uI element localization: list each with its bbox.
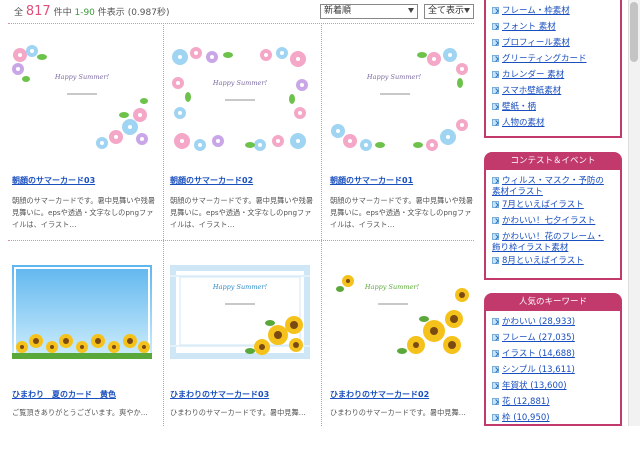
arrow-right-icon xyxy=(492,177,499,184)
sidebar-link[interactable]: フォント 素材 xyxy=(492,22,556,33)
card-title[interactable]: 朝顔のサマーカード02 xyxy=(170,175,253,186)
contest-link[interactable]: ウィルス・マスク・予防の素材イラスト xyxy=(492,176,612,198)
card-title[interactable]: ひまわりのサマーカード03 xyxy=(170,389,269,400)
arrow-right-icon xyxy=(492,23,499,30)
category-panel: フレーム・枠素材 フォント 素材 プロフィール素材 グリーティングカード カレン… xyxy=(484,0,622,138)
sidebar-link[interactable]: プロフィール素材 xyxy=(492,38,570,49)
thumbnail-image[interactable]: Happy Summer! xyxy=(170,45,310,155)
card-title[interactable]: 朝顔のサマーカード03 xyxy=(12,175,95,186)
sidebar-link[interactable]: スマホ壁紙素材 xyxy=(492,86,561,97)
contest-link[interactable]: かわいい！七夕イラスト xyxy=(492,216,595,227)
thumbnail-text: Happy Summer! xyxy=(212,79,268,87)
thumbnail-text: Happy Summer! xyxy=(54,73,110,81)
thumbnail-text: Happy Summer! xyxy=(366,73,422,81)
card-title[interactable]: 朝顔のサマーカード01 xyxy=(330,175,413,186)
thumbnail-text: Happy Summer! xyxy=(364,283,420,291)
grid-divider xyxy=(321,23,322,426)
arrow-right-icon xyxy=(492,103,499,110)
card-description: 朝顔のサマーカードです。暑中見舞いや残暑見舞いに。epsや透過・文字なしのpng… xyxy=(170,196,314,229)
arrow-right-icon xyxy=(492,119,499,126)
card-description: 朝顔のサマーカードです。暑中見舞いや残暑見舞いに。epsや透過・文字なしのpng… xyxy=(12,196,156,229)
arrow-right-icon xyxy=(492,257,499,264)
arrow-right-icon xyxy=(492,398,499,405)
keyword-link[interactable]: かわいい (28,933) xyxy=(492,317,575,328)
thumbnail-image[interactable]: Happy Summer! xyxy=(170,265,310,359)
sidebar-link[interactable]: グリーティングカード xyxy=(492,54,587,65)
keyword-link[interactable]: イラスト (14,688) xyxy=(492,349,575,360)
thumbnail-image[interactable]: Happy Summer! xyxy=(330,265,470,359)
contest-panel: ウィルス・マスク・予防の素材イラスト 7月といえばイラスト かわいい！七夕イラス… xyxy=(484,170,622,280)
sidebar-link[interactable]: フレーム・枠素材 xyxy=(492,6,570,17)
keyword-link[interactable]: フレーム (27,035) xyxy=(492,333,575,344)
result-range: 1-90 xyxy=(74,8,95,18)
display-count-value: 全て表示 xyxy=(428,6,465,16)
arrow-right-icon xyxy=(492,87,499,94)
keyword-link[interactable]: 花 (12,881) xyxy=(492,397,550,408)
result-time: (0.987秒) xyxy=(127,8,170,18)
grid-divider xyxy=(8,23,474,24)
keyword-panel-title: 人気のキーワード xyxy=(484,293,622,311)
result-total: 817 xyxy=(25,4,51,19)
arrow-right-icon xyxy=(492,382,499,389)
contest-link[interactable]: 7月といえばイラスト xyxy=(492,200,584,211)
contest-panel-title: コンテスト＆イベント xyxy=(484,152,622,170)
result-count: 全 817 件中 1-90 件表示 (0.987秒) xyxy=(14,4,169,19)
arrow-right-icon xyxy=(492,318,499,325)
arrow-right-icon xyxy=(492,366,499,373)
contest-link[interactable]: かわいい！花のフレーム・飾り枠イラスト素材 xyxy=(492,232,612,254)
arrow-right-icon xyxy=(492,217,499,224)
chevron-down-icon xyxy=(408,8,414,13)
contest-link[interactable]: 8月といえばイラスト xyxy=(492,256,584,267)
card-description: 朝顔のサマーカードです。暑中見舞いや残暑見舞いに。epsや透過・文字なしのpng… xyxy=(330,196,474,229)
arrow-right-icon xyxy=(492,414,499,421)
result-prefix: 全 xyxy=(14,8,24,18)
result-suffix2: 件表示 xyxy=(97,8,125,18)
arrow-right-icon xyxy=(492,7,499,14)
thumbnail-text: Happy Summer! xyxy=(212,283,268,291)
grid-divider xyxy=(163,23,164,426)
sidebar-link[interactable]: カレンダー 素材 xyxy=(492,70,564,81)
arrow-right-icon xyxy=(492,233,499,240)
scrollbar-thumb[interactable] xyxy=(630,2,638,62)
main-content: 全 817 件中 1-90 件表示 (0.987秒) 新着順 全て表示 Happ… xyxy=(0,0,478,426)
arrow-right-icon xyxy=(492,350,499,357)
arrow-right-icon xyxy=(492,201,499,208)
keyword-link[interactable]: 枠 (10,950) xyxy=(492,413,550,424)
thumbnail-image[interactable] xyxy=(12,265,152,359)
arrow-right-icon xyxy=(492,71,499,78)
keyword-panel: かわいい (28,933) フレーム (27,035) イラスト (14,688… xyxy=(484,311,622,426)
sidebar-link[interactable]: 人物の素材 xyxy=(492,118,545,129)
card-title[interactable]: ひまわり 夏のカード 黄色 xyxy=(12,389,116,400)
display-count-select[interactable]: 全て表示 xyxy=(424,4,474,19)
item-card[interactable]: Happy Summer! 朝顔のサマーカード02 朝顔のサマーカードです。暑中… xyxy=(170,45,320,245)
thumbnail-image[interactable]: Happy Summer! xyxy=(330,45,470,155)
thumbnail-image[interactable]: Happy Summer! xyxy=(12,45,152,155)
item-card[interactable]: Happy Summer! ひまわりのサマーカード03 ひまわりのサマーカードで… xyxy=(170,265,320,465)
chevron-down-icon xyxy=(464,8,470,13)
card-description: ひまわりのサマーカードです。暑中見舞… xyxy=(170,408,306,417)
page-scrollbar[interactable] xyxy=(628,0,640,426)
sort-select-value: 新着順 xyxy=(324,6,352,16)
item-card[interactable]: Happy Summer! ひまわりのサマーカード02 ひまわりのサマーカードで… xyxy=(330,265,480,465)
card-description: ご覧頂きありがとうございます。爽やか… xyxy=(12,408,148,417)
item-card[interactable]: ひまわり 夏のカード 黄色 ご覧頂きありがとうございます。爽やか… xyxy=(12,265,162,465)
arrow-right-icon xyxy=(492,334,499,341)
arrow-right-icon xyxy=(492,55,499,62)
result-toolbar: 全 817 件中 1-90 件表示 (0.987秒) 新着順 全て表示 xyxy=(0,0,478,22)
item-card[interactable]: Happy Summer! 朝顔のサマーカード01 朝顔のサマーカードです。暑中… xyxy=(330,45,480,245)
result-suffix1: 件中 xyxy=(53,8,72,18)
sidebar-link[interactable]: 壁紙・柄 xyxy=(492,102,536,113)
card-title[interactable]: ひまわりのサマーカード02 xyxy=(330,389,429,400)
arrow-right-icon xyxy=(492,39,499,46)
item-card[interactable]: Happy Summer! 朝顔のサマーカード03 朝顔のサマーカードです。暑中… xyxy=(12,45,162,245)
sidebar: フレーム・枠素材 フォント 素材 プロフィール素材 グリーティングカード カレン… xyxy=(484,0,622,426)
keyword-link[interactable]: 年賀状 (13,600) xyxy=(492,381,567,392)
card-description: ひまわりのサマーカードです。暑中見舞… xyxy=(330,408,466,417)
sort-select[interactable]: 新着順 xyxy=(320,4,418,19)
keyword-link[interactable]: シンプル (13,611) xyxy=(492,365,575,376)
